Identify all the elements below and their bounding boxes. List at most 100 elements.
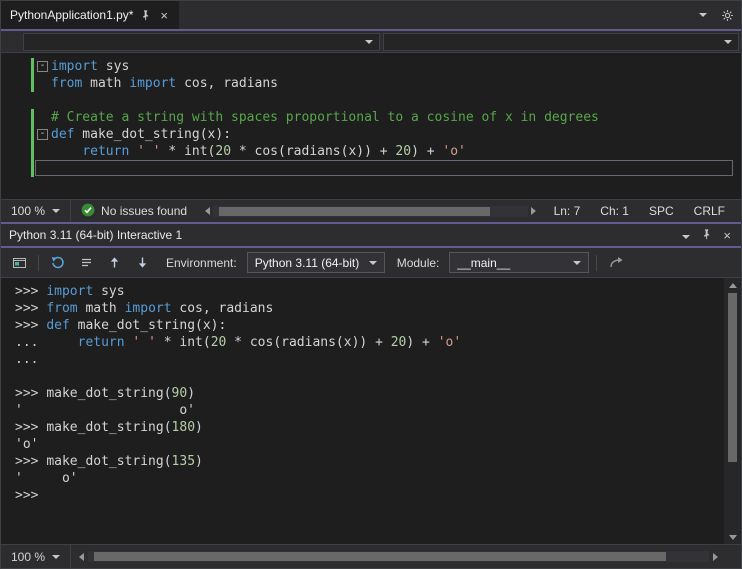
outlining-margin: -	[34, 126, 51, 143]
outlining-margin	[34, 160, 51, 177]
code-text: # Create a string with spaces proportion…	[51, 109, 599, 126]
code-token: ) +	[406, 335, 438, 350]
clear-screen-icon[interactable]	[74, 252, 98, 274]
scrollbar-track[interactable]	[724, 292, 741, 530]
interactive-environment-icon[interactable]	[7, 252, 31, 274]
chevron-down-icon	[52, 554, 61, 559]
editor-line: from math import cos, radians	[1, 75, 741, 92]
console-line: 'o'	[1, 436, 741, 453]
code-token: >>>	[15, 454, 47, 469]
members-dropdown[interactable]	[382, 32, 739, 51]
scroll-right-icon[interactable]	[713, 552, 718, 561]
code-token: import	[46, 284, 94, 299]
window-position-chevron-icon[interactable]	[682, 228, 691, 242]
code-token: >>>	[15, 301, 47, 316]
code-token: math	[82, 76, 130, 91]
reset-icon[interactable]	[46, 252, 70, 274]
window-options-gear-icon[interactable]	[714, 1, 741, 29]
spaces-indicator[interactable]: SPC	[639, 204, 684, 218]
code-token: 135	[171, 454, 196, 469]
code-editor[interactable]: - import sys from math import cos, radians…	[1, 53, 741, 199]
code-token: import	[124, 301, 172, 316]
console-line: ...	[1, 351, 741, 368]
scroll-left-icon[interactable]	[79, 552, 85, 561]
code-text: >>> make_dot_string(135)	[15, 453, 203, 470]
code-token: return	[77, 335, 125, 350]
code-token: ' '	[132, 335, 156, 350]
code-text: >>> make_dot_string(180)	[15, 419, 203, 436]
code-text: 'o'	[15, 436, 38, 453]
send-to-interactive-icon[interactable]	[604, 252, 628, 274]
history-previous-icon[interactable]	[102, 252, 126, 274]
pin-icon[interactable]	[701, 228, 712, 243]
code-text: >>>	[15, 487, 46, 504]
console-lines: >>> import sys >>> from math import cos, …	[1, 283, 741, 504]
code-token: ' o'	[15, 403, 196, 418]
history-next-icon[interactable]	[130, 252, 154, 274]
environment-dropdown[interactable]: Python 3.11 (64-bit)	[246, 252, 385, 273]
code-token: )	[195, 420, 203, 435]
console-line: >>> make_dot_string(90)	[1, 385, 741, 402]
eol-indicator[interactable]: CRLF	[684, 204, 735, 218]
toolbar-separator	[596, 254, 598, 271]
zoom-value: 100 %	[11, 549, 46, 564]
document-tab-bar: PythonApplication1.py* ×	[1, 1, 741, 29]
interactive-toolbar: Environment: Python 3.11 (64-bit) Module…	[1, 248, 741, 278]
collapse-icon[interactable]: -	[37, 61, 48, 72]
scrollbar-track[interactable]	[213, 205, 528, 217]
console-vertical-scrollbar[interactable]	[724, 278, 741, 544]
outlining-margin	[34, 109, 51, 126]
pin-icon[interactable]	[140, 9, 151, 21]
tab-list-chevron-icon[interactable]	[692, 1, 714, 29]
console-line: >>> import sys	[1, 283, 741, 300]
editor-line: - import sys	[1, 58, 741, 75]
document-tab[interactable]: PythonApplication1.py* ×	[1, 1, 180, 29]
code-token: import	[129, 76, 177, 91]
module-dropdown[interactable]: __main__	[449, 252, 590, 273]
interactive-window-title: Python 3.11 (64-bit) Interactive 1	[9, 228, 183, 242]
code-token: cos, radians	[171, 301, 274, 316]
outlining-margin	[34, 75, 51, 92]
code-token: )	[195, 454, 203, 469]
console-line: >>> make_dot_string(135)	[1, 453, 741, 470]
close-icon[interactable]: ×	[723, 229, 731, 242]
issues-indicator[interactable]: No issues found	[71, 203, 197, 220]
scrollbar-track[interactable]	[88, 551, 709, 562]
code-token: >>>	[15, 386, 47, 401]
module-value: __main__	[457, 255, 511, 270]
scroll-left-icon[interactable]	[205, 207, 211, 215]
zoom-dropdown[interactable]: 100 %	[1, 200, 72, 222]
code-token: def	[46, 318, 70, 333]
check-icon	[81, 203, 95, 220]
scrollbar-thumb[interactable]	[219, 206, 490, 216]
code-token: from	[51, 76, 83, 91]
editor-horizontal-scrollbar[interactable]	[205, 205, 536, 217]
code-token: 20	[215, 144, 232, 159]
tab-title: PythonApplication1.py*	[10, 8, 134, 22]
close-tab-icon[interactable]: ×	[158, 9, 170, 22]
code-token: make_dot_string(	[46, 420, 172, 435]
scrollbar-thumb[interactable]	[728, 293, 737, 462]
scroll-down-icon[interactable]	[724, 530, 741, 544]
scroll-up-icon[interactable]	[724, 278, 741, 292]
code-token: >>>	[15, 488, 47, 503]
code-text: def make_dot_string(x):	[51, 126, 231, 143]
collapse-icon[interactable]: -	[37, 129, 48, 140]
toolbar-separator	[38, 254, 39, 271]
code-token: cos, radians	[176, 76, 278, 91]
interactive-window-titlebar[interactable]: Python 3.11 (64-bit) Interactive 1 ×	[1, 224, 741, 246]
code-token: >>>	[15, 284, 47, 299]
scroll-right-icon[interactable]	[530, 207, 536, 215]
code-text: ' o'	[15, 402, 195, 419]
tabstrip-spacer	[179, 1, 692, 29]
interactive-console[interactable]: >>> import sys >>> from math import cos, …	[1, 278, 741, 544]
outlining-margin	[34, 143, 51, 160]
code-text: ... return ' ' * int(20 * cos(radians(x)…	[15, 334, 461, 351]
chevron-down-icon	[364, 39, 373, 44]
code-token: 'o'	[15, 437, 39, 452]
types-dropdown[interactable]	[23, 32, 380, 51]
scrollbar-thumb[interactable]	[94, 552, 666, 561]
interactive-zoom-dropdown[interactable]: 100 %	[1, 545, 72, 568]
